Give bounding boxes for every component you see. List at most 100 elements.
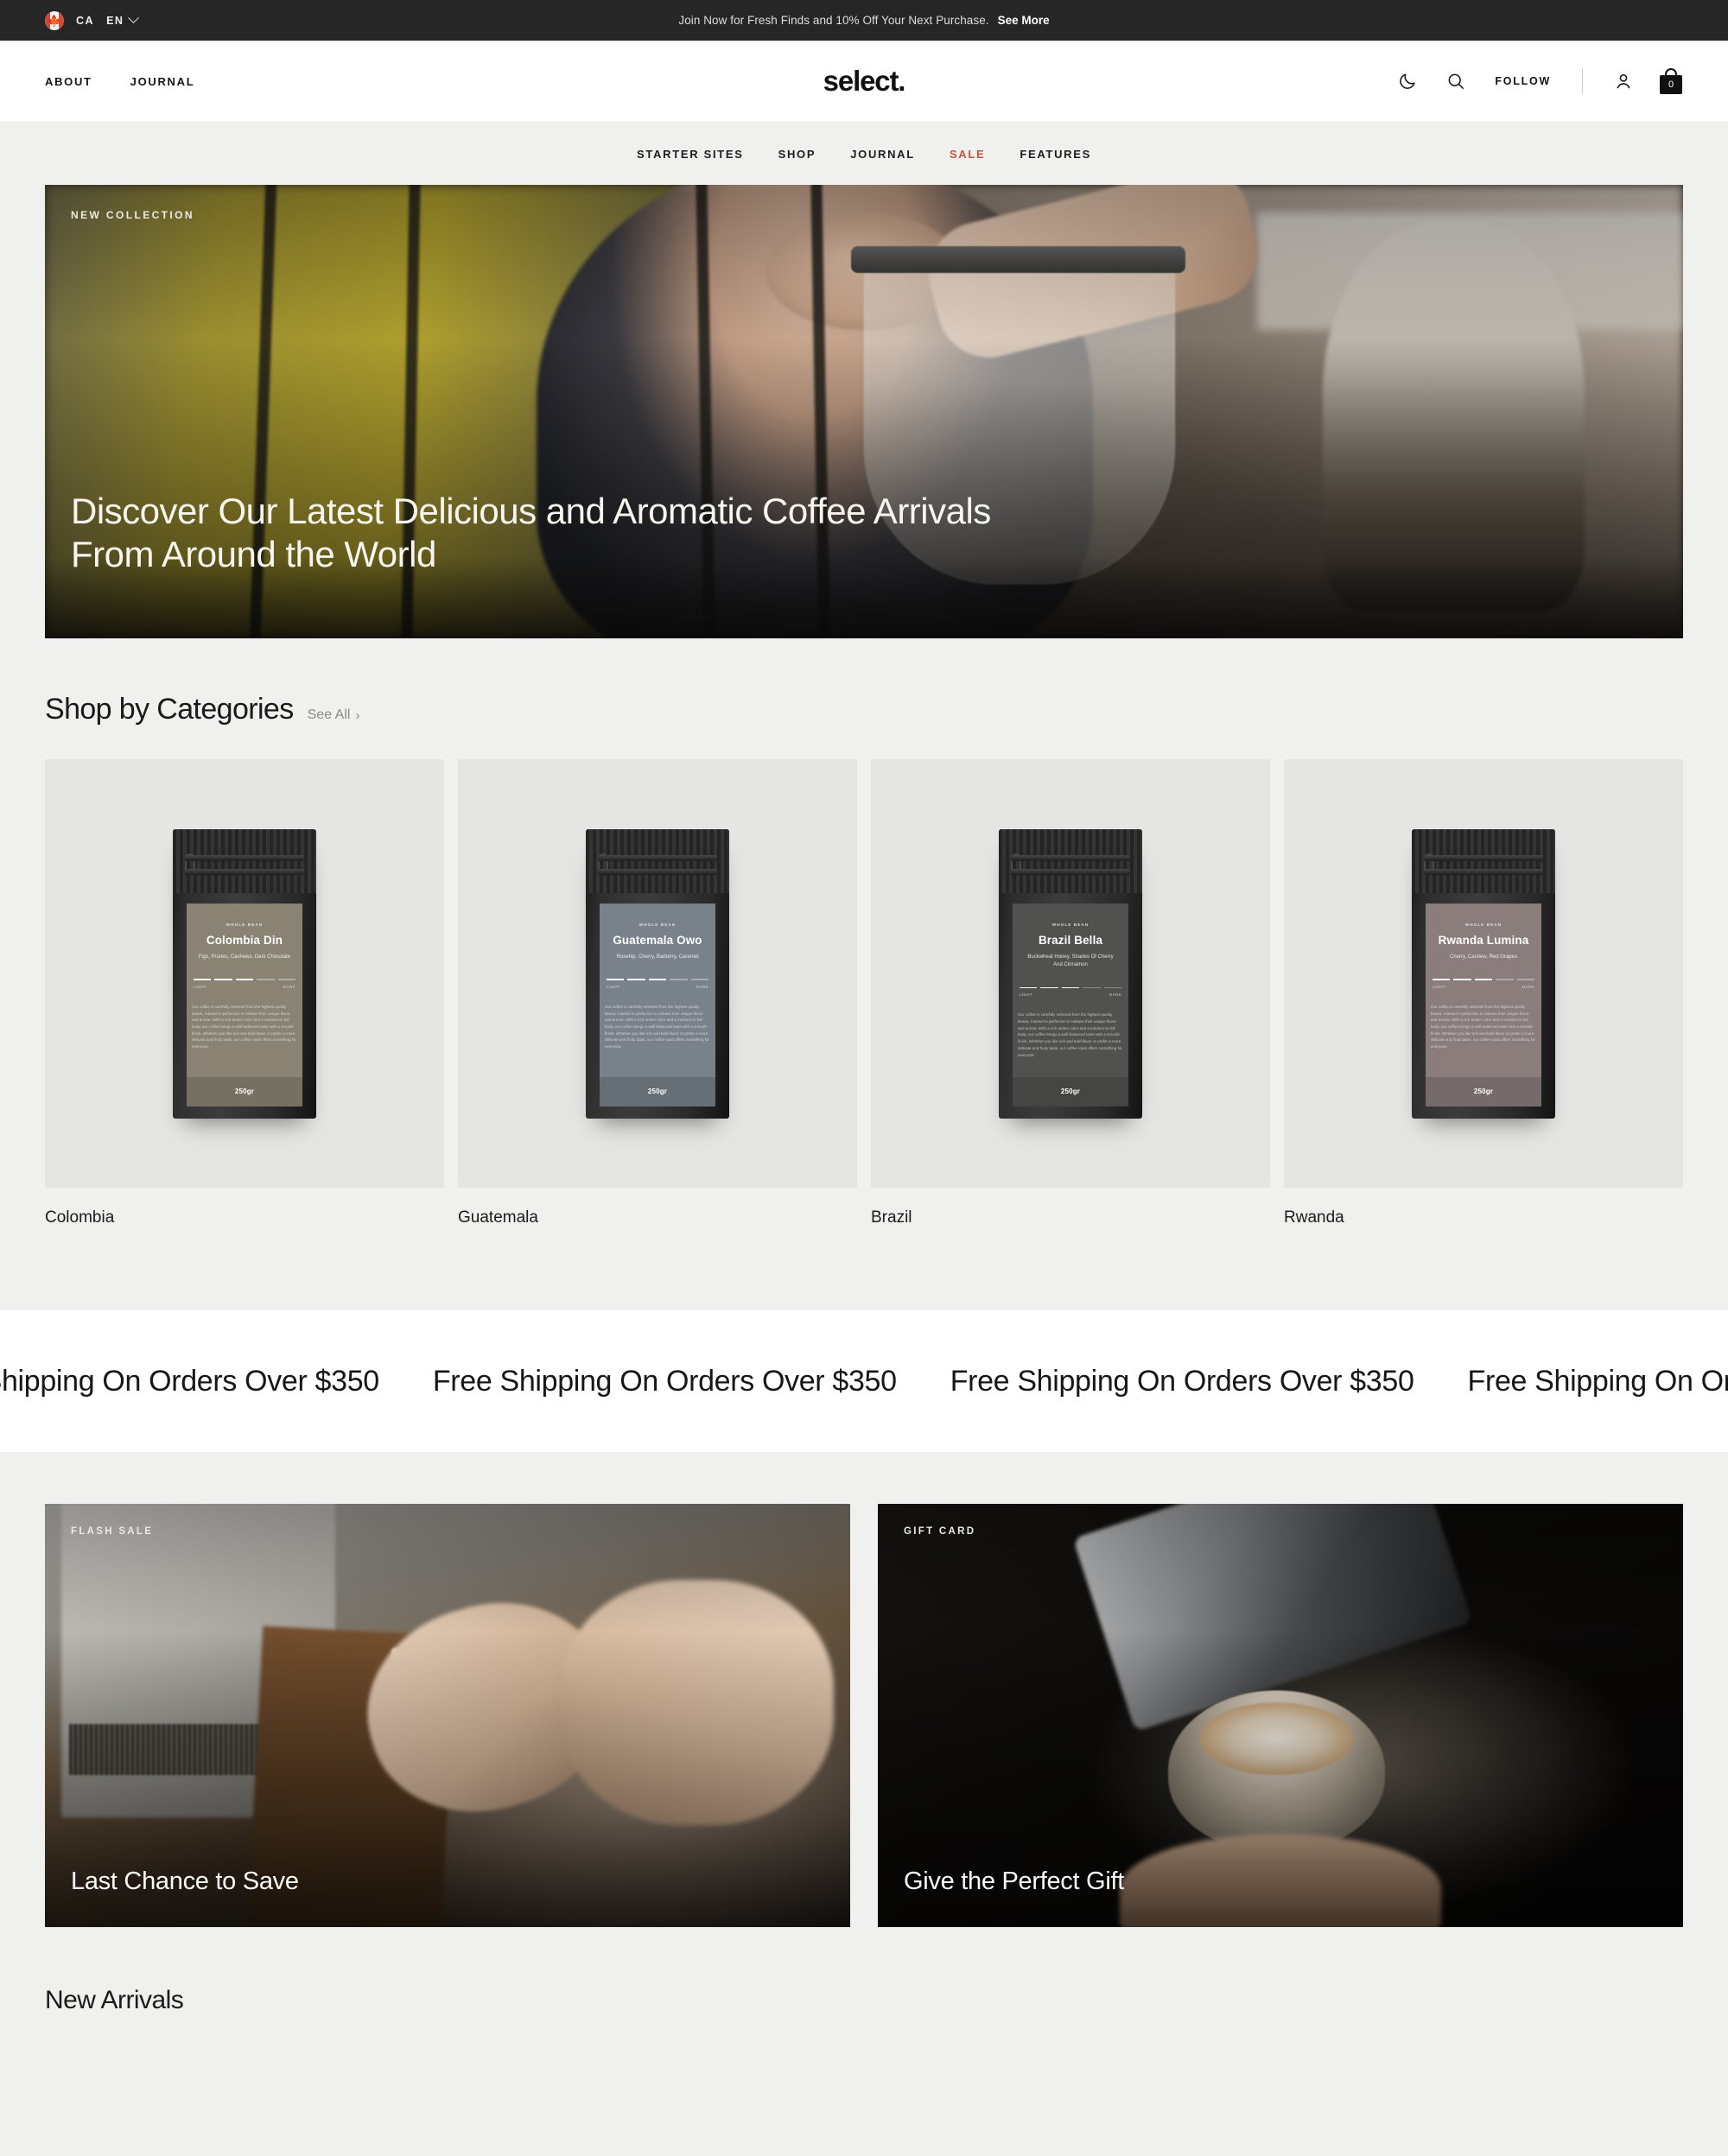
bag-roast-scale-labels: Light Dark (194, 985, 295, 989)
promo-overlay (45, 1504, 850, 1927)
bag-roast-scale (607, 979, 709, 980)
categories-header: Shop by Categories See All › (45, 693, 1683, 726)
bag-weight: 250gr (647, 1088, 668, 1095)
bag-roast-scale (1020, 986, 1122, 989)
bag-roast-scale-labels: Light Dark (1433, 985, 1534, 989)
follow-link[interactable]: Follow (1495, 75, 1551, 87)
chevron-down-icon (128, 12, 140, 24)
language-code: EN (106, 14, 124, 27)
marquee-item: Free Shipping On Orders Over $350 (950, 1364, 1414, 1398)
coffee-bag-illustration: Whole Bean Brazil Bella Buckwheat Honey,… (999, 828, 1142, 1119)
category-thumbnail: Whole Bean Colombia Din Figs, Prunes, Ca… (45, 759, 444, 1188)
bag-weight-strip: 250gr (1426, 1076, 1541, 1107)
page-title: Shop by Categories (45, 693, 294, 726)
see-all-label: See All (307, 707, 351, 722)
moon-icon[interactable] (1394, 68, 1420, 94)
category-card-rwanda[interactable]: Whole Bean Rwanda Lumina Cherry, Cashew,… (1284, 759, 1683, 1227)
marquee-item: Free Shipping On Orders Over $350 (1467, 1364, 1728, 1398)
bag-scale-dark: Dark (283, 984, 295, 989)
bag-scale-dark: Dark (1522, 984, 1534, 989)
nav-link-about[interactable]: About (45, 75, 92, 88)
hero-title: Discover Our Latest Delicious and Aromat… (71, 490, 991, 574)
subnav-item-starter-sites[interactable]: Starter Sites (637, 148, 744, 161)
site-header: About Journal select. Follow 0 (0, 41, 1728, 123)
bag-whole-bean-label: Whole Bean (226, 922, 264, 927)
subnav-item-sale[interactable]: Sale (950, 148, 985, 161)
bag-whole-bean-label: Whole Bean (1051, 922, 1090, 927)
bag-scale-light: Light (1433, 984, 1446, 989)
hero-eyebrow: New Collection (71, 209, 194, 221)
bag-scale-dark: Dark (1109, 992, 1121, 998)
categories-grid: Whole Bean Colombia Din Figs, Prunes, Ca… (45, 759, 1683, 1227)
cart-bag: 0 (1660, 68, 1682, 94)
bag-body: 0 (1660, 75, 1682, 94)
chevron-right-icon: › (355, 707, 360, 723)
language-selector[interactable]: EN (106, 12, 140, 27)
category-card-guatemala[interactable]: Whole Bean Guatemala Owo Rosehip, Cherry… (458, 759, 857, 1227)
bag-roast-scale (194, 979, 296, 980)
site-logo-text[interactable]: select. (823, 65, 906, 97)
bag-weight: 250gr (234, 1088, 255, 1095)
bag-roast-scale-labels: Light Dark (607, 985, 708, 989)
see-more-link[interactable]: See More (998, 14, 1050, 27)
category-card-colombia[interactable]: Whole Bean Colombia Din Figs, Prunes, Ca… (45, 759, 444, 1227)
country-code: CA (76, 14, 95, 27)
canada-flag-icon: 🍁 (45, 10, 64, 30)
search-icon[interactable] (1443, 68, 1469, 94)
bag-description: Our coffee is carefully selected from th… (605, 1004, 709, 1049)
bag-tasting-notes: Cherry, Cashew, Red Grapes (1450, 954, 1517, 960)
marquee-item: Free Shipping On Orders Over $350 (432, 1364, 897, 1398)
bag-weight: 250gr (1060, 1088, 1081, 1095)
bag-weight-strip: 250gr (600, 1076, 715, 1107)
bag-tasting-notes: Buckwheat Honey, Shades Of Cherry And Ci… (1027, 954, 1114, 968)
bag-scale-dark: Dark (696, 984, 708, 989)
bag-handle (1665, 68, 1677, 78)
header-divider (1582, 68, 1583, 94)
announcement-message: Join Now for Fresh Finds and 10% Off You… (678, 14, 989, 27)
category-name: Colombia (45, 1208, 115, 1227)
bag-tasting-notes: Rosehip, Cherry, Barberry, Caramel (616, 954, 699, 960)
bag-product-name: Colombia Din (206, 933, 283, 947)
category-thumbnail: Whole Bean Rwanda Lumina Cherry, Cashew,… (1284, 759, 1683, 1188)
header-nav-left: About Journal (45, 75, 194, 88)
shopping-bag-icon[interactable]: 0 (1659, 68, 1683, 94)
promo-overlay (878, 1504, 1683, 1927)
subnav-item-shop[interactable]: Shop (778, 148, 816, 161)
see-all-link[interactable]: See All › (308, 707, 360, 723)
bag-product-name: Rwanda Lumina (1438, 933, 1529, 947)
bag-description: Our coffee is carefully selected from th… (192, 1004, 296, 1049)
arrivals-title: New Arrivals (45, 1986, 184, 2014)
category-name: Brazil (871, 1208, 912, 1227)
categories-section: Shop by Categories See All › Whole Bean … (0, 638, 1728, 1310)
bag-weight: 250gr (1473, 1088, 1494, 1095)
arrivals-header: New Arrivals (45, 1986, 1683, 2015)
locale-selector[interactable]: 🍁 CA EN (45, 10, 140, 30)
hero-banner[interactable]: New Collection Discover Our Latest Delic… (45, 185, 1683, 638)
new-arrivals-section: New Arrivals (0, 1927, 1728, 2015)
promo-title: Give the Perfect Gift (904, 1867, 1125, 1895)
header-actions: Follow 0 (1394, 68, 1683, 94)
bag-description: Our coffee is carefully selected from th… (1431, 1004, 1535, 1049)
bag-roast-scale-labels: Light Dark (1020, 992, 1121, 997)
coffee-bag-illustration: Whole Bean Colombia Din Figs, Prunes, Ca… (173, 828, 316, 1119)
promo-card-flash-sale[interactable]: Flash Sale Last Chance to Save (45, 1504, 850, 1927)
promo-title: Last Chance to Save (71, 1867, 299, 1895)
bag-tasting-notes: Figs, Prunes, Cashews, Dark Chocolate (198, 954, 291, 960)
promo-card-gift-card[interactable]: Gift Card Give the Perfect Gift (878, 1504, 1683, 1927)
cart-count: 0 (1668, 79, 1674, 90)
subnav-item-journal[interactable]: Journal (850, 148, 915, 161)
promo-eyebrow: Gift Card (904, 1526, 976, 1537)
announcement-bar: 🍁 CA EN Join Now for Fresh Finds and 10%… (0, 0, 1728, 41)
bag-product-name: Brazil Bella (1038, 933, 1103, 947)
bag-scale-light: Light (194, 984, 207, 989)
category-card-brazil[interactable]: Whole Bean Brazil Bella Buckwheat Honey,… (871, 759, 1270, 1227)
bag-roast-scale (1433, 979, 1535, 980)
secondary-navigation: Starter Sites Shop Journal Sale Features (0, 123, 1728, 185)
bag-product-name: Guatemala Owo (613, 933, 702, 947)
user-icon[interactable] (1610, 68, 1636, 94)
category-thumbnail: Whole Bean Brazil Bella Buckwheat Honey,… (871, 759, 1270, 1188)
nav-link-journal[interactable]: Journal (130, 75, 195, 88)
category-name: Guatemala (458, 1208, 538, 1227)
category-thumbnail: Whole Bean Guatemala Owo Rosehip, Cherry… (458, 759, 857, 1188)
subnav-item-features[interactable]: Features (1020, 148, 1091, 161)
